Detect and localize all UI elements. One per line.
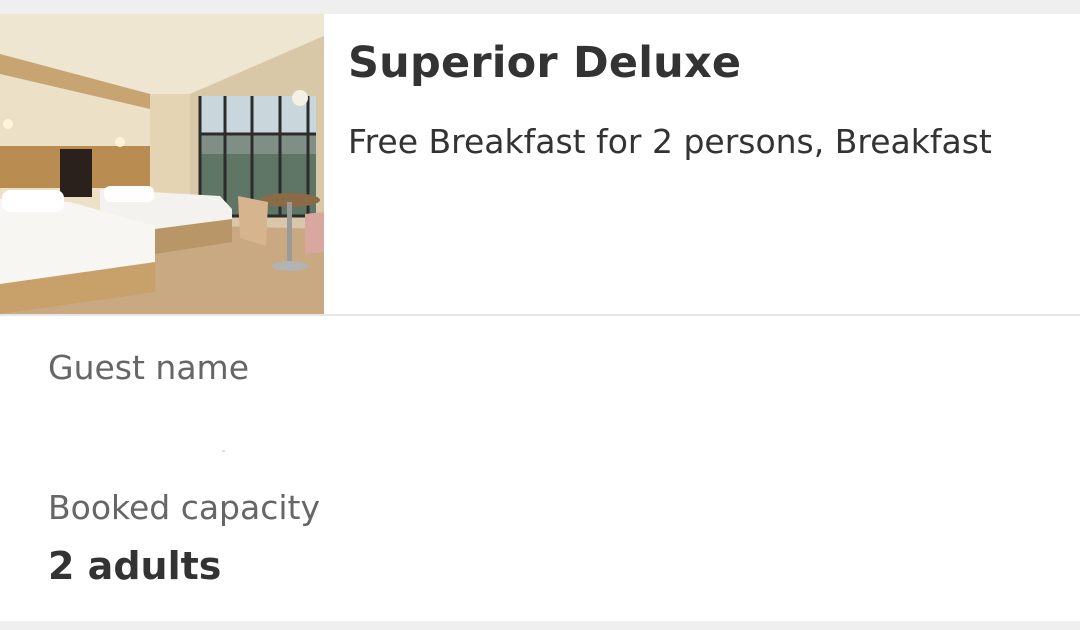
room-photo[interactable] bbox=[0, 14, 324, 314]
room-summary[interactable]: Superior Deluxe Free Breakfast for 2 per… bbox=[0, 14, 1080, 314]
room-title: Superior Deluxe bbox=[348, 38, 742, 88]
booking-details-card: Superior Deluxe Free Breakfast for 2 per… bbox=[0, 14, 1080, 621]
guest-name-label: Guest name bbox=[48, 348, 249, 382]
room-photo-illustration bbox=[0, 14, 324, 314]
booked-capacity-label: Booked capacity bbox=[48, 488, 321, 527]
meal-plan-text: Free Breakfast for 2 persons, Breakfast bbox=[348, 122, 992, 161]
section-divider bbox=[0, 314, 1080, 316]
guest-name-value bbox=[222, 450, 225, 452]
booked-capacity-value: 2 adults bbox=[48, 544, 222, 588]
